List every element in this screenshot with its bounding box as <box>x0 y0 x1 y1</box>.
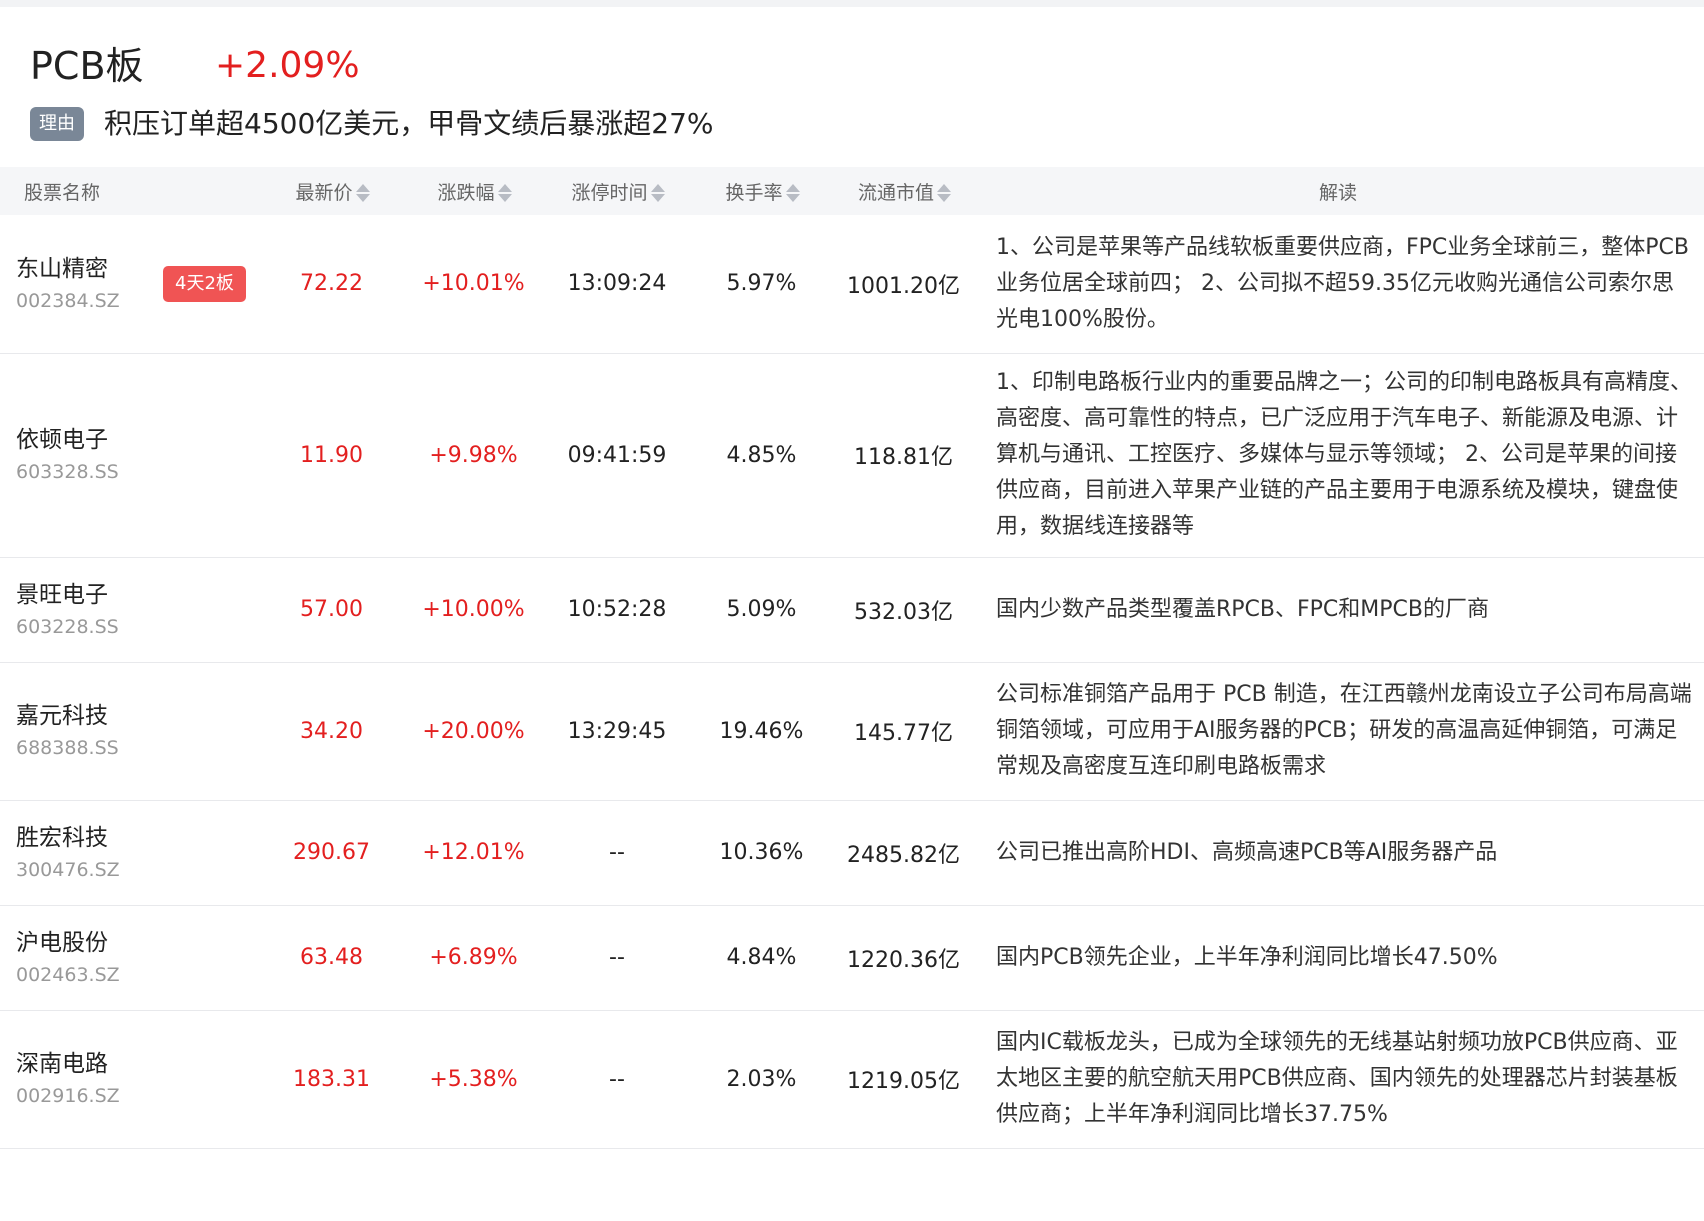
price-cell: 57.00 <box>300 597 363 622</box>
table-row[interactable]: 深南电路 002916.SZ 183.31 +5.38% -- 2.03% 12… <box>0 1010 1704 1148</box>
limit-time-cell: 09:41:59 <box>567 442 667 468</box>
change-cell: +5.38% <box>429 1066 518 1092</box>
stock-code: 688388.SS <box>16 737 119 759</box>
stock-name-cell[interactable]: 东山精密 002384.SZ 4天2板 <box>0 215 262 353</box>
table-header-row: 股票名称 最新价 涨跌幅 涨停时间 换手率 流通市值 解读 <box>0 167 1704 215</box>
table-row[interactable]: 嘉元科技 688388.SS 34.20 +20.00% 13:29:45 19… <box>0 662 1704 800</box>
sort-both-icon[interactable] <box>650 183 665 203</box>
limit-time-cell: -- <box>609 1066 625 1092</box>
float-cap-cell: 1001.20亿 <box>847 273 960 299</box>
turnover-cell: 5.97% <box>726 271 797 297</box>
table-row[interactable]: 沪电股份 002463.SZ 63.48 +6.89% -- 4.84% 122… <box>0 905 1704 1010</box>
float-cap-cell: 118.81亿 <box>854 445 953 470</box>
sort-both-icon[interactable] <box>785 183 800 203</box>
stock-name-cell[interactable]: 胜宏科技 300476.SZ <box>0 800 262 905</box>
col-header-change[interactable]: 涨跌幅 <box>401 167 546 215</box>
change-cell: +12.01% <box>422 840 525 865</box>
stock-name[interactable]: 沪电股份 <box>16 926 262 960</box>
interp-cell: 1、印制电路板行业内的重要品牌之一；公司的印制电路板具有高精度、高密度、高可靠性… <box>996 370 1692 539</box>
stock-code: 002916.SZ <box>16 1085 120 1107</box>
board-change: +2.09% <box>215 45 360 86</box>
board-header: PCB板 +2.09% 理由 积压订单超4500亿美元，甲骨文绩后暴涨超27% <box>0 7 1704 167</box>
table-row[interactable]: 胜宏科技 300476.SZ 290.67 +12.01% -- 10.36% … <box>0 800 1704 905</box>
table-row[interactable]: 依顿电子 603328.SS 11.90 +9.98% 09:41:59 4.8… <box>0 353 1704 557</box>
stock-code: 300476.SZ <box>16 858 120 881</box>
table-row[interactable]: 景旺电子 603228.SS 57.00 +10.00% 10:52:28 5.… <box>0 557 1704 662</box>
interp-cell: 国内PCB领先企业，上半年净利润同比增长47.50% <box>996 944 1498 970</box>
turnover-cell: 4.85% <box>726 442 797 468</box>
stock-name[interactable]: 胜宏科技 <box>16 821 262 855</box>
stock-name[interactable]: 依顿电子 <box>16 423 262 457</box>
limit-up-streak-badge: 4天2板 <box>163 265 246 302</box>
float-cap-cell: 2485.82亿 <box>847 842 960 868</box>
limit-time-cell: -- <box>609 945 625 970</box>
col-header-name: 股票名称 <box>24 181 101 204</box>
change-cell: +6.89% <box>429 945 518 970</box>
price-cell: 63.48 <box>300 945 363 970</box>
col-header-float-cap[interactable]: 流通市值 <box>835 167 972 215</box>
price-cell: 290.67 <box>293 840 370 865</box>
stock-name-cell[interactable]: 深南电路 002916.SZ <box>0 1010 262 1148</box>
interp-cell: 国内IC载板龙头，已成为全球领先的无线基站射频功放PCB供应商、亚太地区主要的航… <box>996 1030 1678 1127</box>
sort-both-icon[interactable] <box>355 183 370 203</box>
price-cell: 183.31 <box>293 1066 370 1092</box>
float-cap-cell: 1220.36亿 <box>847 947 960 973</box>
change-cell: +20.00% <box>422 718 525 744</box>
interp-cell: 国内少数产品类型覆盖RPCB、FPC和MPCB的厂商 <box>996 596 1489 622</box>
interp-cell: 1、公司是苹果等产品线软板重要供应商，FPC业务全球前三，整体PCB业务位居全球… <box>996 234 1690 332</box>
stock-name[interactable]: 东山精密 <box>16 252 163 286</box>
reason-text: 积压订单超4500亿美元，甲骨文绩后暴涨超27% <box>104 107 714 140</box>
sort-both-icon[interactable] <box>497 183 512 203</box>
change-cell: +10.01% <box>422 271 525 297</box>
turnover-cell: 5.09% <box>726 597 797 622</box>
turnover-cell: 19.46% <box>719 718 804 744</box>
interp-cell: 公司已推出高阶HDI、高频高速PCB等AI服务器产品 <box>996 839 1498 865</box>
col-header-interp: 解读 <box>1318 181 1357 204</box>
interp-cell: 公司标准铜箔产品用于 PCB 制造，在江西赣州龙南设立子公司布局高端铜箔领域，可… <box>996 682 1692 779</box>
stock-name[interactable]: 深南电路 <box>16 1047 262 1081</box>
stock-name-cell[interactable]: 嘉元科技 688388.SS <box>0 662 262 800</box>
price-cell: 34.20 <box>300 718 363 744</box>
limit-time-cell: -- <box>609 840 625 865</box>
float-cap-cell: 532.03亿 <box>854 599 953 625</box>
turnover-cell: 10.36% <box>719 840 804 865</box>
change-cell: +10.00% <box>422 597 525 622</box>
limit-time-cell: 13:29:45 <box>567 718 667 744</box>
stock-code: 002463.SZ <box>16 963 120 986</box>
limit-time-cell: 13:09:24 <box>567 271 667 297</box>
col-header-turnover[interactable]: 换手率 <box>688 167 835 215</box>
stock-code: 603228.SS <box>16 615 119 638</box>
float-cap-cell: 1219.05亿 <box>847 1069 960 1094</box>
stock-name-cell[interactable]: 依顿电子 603328.SS <box>0 353 262 557</box>
col-header-limit-time[interactable]: 涨停时间 <box>546 167 688 215</box>
reason-badge: 理由 <box>30 107 84 141</box>
board-title: PCB板 <box>30 44 144 88</box>
stock-name[interactable]: 景旺电子 <box>16 578 262 612</box>
turnover-cell: 2.03% <box>726 1066 797 1092</box>
stock-table: 股票名称 最新价 涨跌幅 涨停时间 换手率 流通市值 解读 东山精密 00238… <box>0 167 1704 1149</box>
turnover-cell: 4.84% <box>726 945 797 970</box>
sort-both-icon[interactable] <box>937 183 951 203</box>
stock-code: 603328.SS <box>16 461 119 483</box>
change-cell: +9.98% <box>429 442 518 468</box>
stock-name[interactable]: 嘉元科技 <box>16 699 262 733</box>
stock-name-cell[interactable]: 景旺电子 603228.SS <box>0 557 262 662</box>
stock-code: 002384.SZ <box>16 289 120 312</box>
table-row[interactable]: 东山精密 002384.SZ 4天2板 72.22 +10.01% 13:09:… <box>0 215 1704 353</box>
float-cap-cell: 145.77亿 <box>854 721 953 746</box>
limit-time-cell: 10:52:28 <box>567 597 667 622</box>
stock-name-cell[interactable]: 沪电股份 002463.SZ <box>0 905 262 1010</box>
top-strip <box>0 0 1704 7</box>
price-cell: 11.90 <box>300 442 363 468</box>
col-header-price[interactable]: 最新价 <box>262 167 401 215</box>
price-cell: 72.22 <box>300 271 363 297</box>
